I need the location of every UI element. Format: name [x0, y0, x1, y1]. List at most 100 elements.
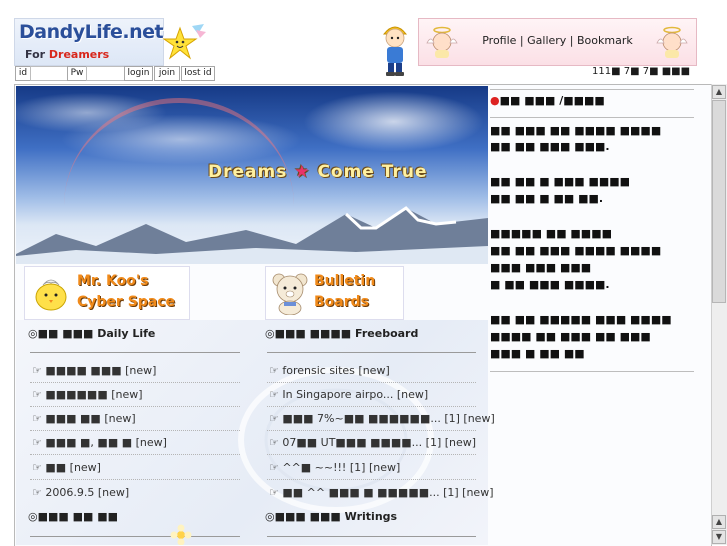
kid-mascot-icon — [382, 26, 408, 76]
sidebar-line-7: ■■■ ■■■ ■■■ — [490, 261, 592, 274]
sidebar-bottom-rule — [490, 371, 694, 372]
freeboard-item-5-tag: [1] [new] — [349, 461, 401, 474]
writings-heading[interactable]: ◎■■■ ■■■ Writings — [265, 510, 397, 523]
daily-item-2[interactable]: ☞ ■■■■■■ [new] — [32, 388, 143, 401]
freeboard-item-1-text: forensic sites — [282, 364, 355, 377]
daily-item-5[interactable]: ☞ ■■ [new] — [32, 461, 101, 474]
bulletin-title-line1: Bulletin — [314, 273, 376, 289]
lost-id-button[interactable]: lost id — [181, 66, 215, 81]
freeboard-title: Freeboard — [355, 327, 419, 340]
daily-life-rule — [30, 352, 240, 353]
freeboard-item-5-text: ^^■ ~~!!! — [282, 461, 347, 474]
daily-item-3[interactable]: ☞ ■■■ ■■ [new] — [32, 412, 136, 425]
daily-item-2-tag: [new] — [111, 388, 143, 401]
logo-sub-highlight: Dreamers — [48, 48, 110, 61]
freeboard-item-6-text: ■■ ^^ ■■■ ■ ■■■■■... — [282, 486, 440, 499]
daily-item-1-text: ■■■■ ■■■ — [45, 364, 122, 377]
freeboard-item-2-tag: [new] — [396, 388, 429, 401]
freeboard-item-3[interactable]: ☞ ■■■ 7%~■■ ■■■■■■... [1] [new] — [269, 412, 495, 425]
sidebar-line-10: ■■■■ ■■ ■■■ ■■ ■■■ — [490, 330, 651, 343]
angel-right-icon — [656, 26, 688, 58]
freeboard-item-3-tag: [1] [new] — [444, 412, 495, 425]
freeboard-divider-2 — [267, 406, 476, 408]
freeboard-divider-4 — [267, 454, 476, 456]
daily-item-2-text: ■■■■■■ — [45, 388, 108, 401]
freeboard-item-6-tag: [1] [new] — [443, 486, 494, 499]
sidebar-line-1: ■■ ■■■ ■■ ■■■■ ■■■■ — [490, 124, 662, 137]
freeboard-item-2-text: In Singapore airpo... — [282, 388, 394, 401]
sidebar-line-4: ■■ ■■ ■ ■■ ■■. — [490, 192, 604, 205]
sidebar-line-2: ■■ ■■ ■■■ ■■■. — [490, 140, 610, 153]
banner-title: Dreams ★ Come True — [208, 162, 428, 182]
freeboard-divider-5 — [267, 479, 476, 481]
cyber-title-line1: Mr. Koo's — [77, 273, 149, 289]
writings-title: Writings — [344, 510, 398, 523]
freeboard-item-6[interactable]: ☞ ■■ ^^ ■■■ ■ ■■■■■... [1] [new] — [269, 486, 494, 499]
password-input[interactable] — [86, 66, 125, 81]
daily-item-5-text: ■■ — [45, 461, 67, 474]
daily-divider-5 — [30, 479, 240, 481]
freeboard-item-5[interactable]: ☞ ^^■ ~~!!! [1] [new] — [269, 461, 400, 474]
freeboard-item-4[interactable]: ☞ 07■■ UT■■■ ■■■■... [1] [new] — [269, 436, 476, 449]
third-section-rule — [30, 536, 240, 537]
teddy-bear-icon — [272, 273, 308, 315]
cyber-title-line2: Cyber Space — [77, 294, 176, 310]
freeboard-item-1[interactable]: ☞ forensic sites [new] — [269, 364, 390, 377]
join-button[interactable]: join — [154, 66, 180, 81]
scroll-down-arrow-icon[interactable]: ▼ — [712, 530, 726, 544]
daily-divider-4 — [30, 454, 240, 456]
cyber-space-banner[interactable]: Mr. Koo's Cyber Space — [24, 266, 190, 320]
banner-word-dreams: Dreams — [208, 162, 288, 182]
daily-item-4-tag: [new] — [135, 436, 167, 449]
freeboard-item-4-tag: [1] [new] — [425, 436, 477, 449]
freeboard-divider-1 — [267, 382, 476, 384]
logo-sub-prefix: For — [25, 48, 49, 61]
daily-item-3-tag: [new] — [104, 412, 136, 425]
sidebar-line-3: ■■ ■■ ■ ■■■ ■■■■ — [490, 175, 631, 188]
daily-item-4[interactable]: ☞ ■■■ ■, ■■ ■ [new] — [32, 436, 167, 449]
sidebar-line-6: ■■ ■■ ■■■ ■■■■ ■■■■ — [490, 244, 662, 257]
scrollbar-thumb[interactable] — [712, 100, 726, 303]
third-section-heading[interactable]: ◎■■■ ■■ ■■ — [28, 510, 118, 523]
site-logo[interactable]: DandyLife.net For Dreamers — [14, 18, 164, 66]
banner-mountains — [16, 206, 488, 264]
writings-title-ko: ■■■ ■■■ — [274, 510, 341, 523]
id-input[interactable] — [30, 66, 68, 81]
login-button[interactable]: login — [124, 66, 153, 81]
daily-divider-1 — [30, 382, 240, 384]
scroll-up-arrow-icon[interactable]: ▲ — [712, 85, 726, 99]
freeboard-heading[interactable]: ◎■■■ ■■■■ Freeboard — [265, 327, 418, 340]
daily-item-6-text: 2006.9.5 — [45, 486, 95, 499]
logo-text: DandyLife.net — [19, 21, 164, 43]
scroll-up-arrow-lower-icon[interactable]: ▲ — [712, 515, 726, 529]
freeboard-item-2[interactable]: ☞ In Singapore airpo... [new] — [269, 388, 428, 401]
bulletin-boards-banner[interactable]: Bulletin Boards — [265, 266, 404, 320]
daily-life-title-ko: ■■ ■■■ — [37, 327, 94, 340]
third-section-title-ko: ■■■ ■■ ■■ — [37, 510, 119, 523]
sidebar-line-9: ■■ ■■ ■■■■■ ■■■ ■■■■ — [490, 313, 672, 326]
sidebar-line-5: ■■■■■ ■■ ■■■■ — [490, 227, 612, 240]
flower-icon — [170, 524, 192, 545]
daily-item-6[interactable]: ☞ 2006.9.5 [new] — [32, 486, 129, 499]
pin-icon: ● — [490, 94, 500, 107]
freeboard-title-ko: ■■■ ■■■■ — [274, 327, 352, 340]
daily-divider-2 — [30, 406, 240, 408]
writings-rule — [267, 536, 476, 537]
daily-item-4-text: ■■■ ■, ■■ ■ — [45, 436, 133, 449]
daily-item-1[interactable]: ☞ ■■■■ ■■■ [new] — [32, 364, 156, 377]
daily-item-1-tag: [new] — [125, 364, 157, 377]
daily-item-3-text: ■■■ ■■ — [45, 412, 105, 425]
sidebar-top-rule — [490, 89, 694, 90]
pw-label: Pw — [67, 66, 87, 81]
freeboard-item-1-tag: [new] — [358, 364, 390, 377]
freeboard-divider-3 — [267, 430, 476, 432]
freeboard-item-3-text: ■■■ 7%~■■ ■■■■■■... — [282, 412, 441, 425]
id-label: id — [15, 66, 31, 81]
daily-item-5-tag: [new] — [69, 461, 101, 474]
sidebar-heading-text: ■■ ■■■ /■■■■ — [499, 94, 605, 107]
daily-divider-3 — [30, 430, 240, 432]
sidebar-heading: ●■■ ■■■ /■■■■ — [490, 94, 605, 107]
daily-life-heading[interactable]: ◎■■ ■■■ Daily Life — [28, 327, 155, 340]
daily-life-title: Daily Life — [97, 327, 156, 340]
sidebar-line-11: ■■■ ■ ■■ ■■ — [490, 347, 585, 360]
